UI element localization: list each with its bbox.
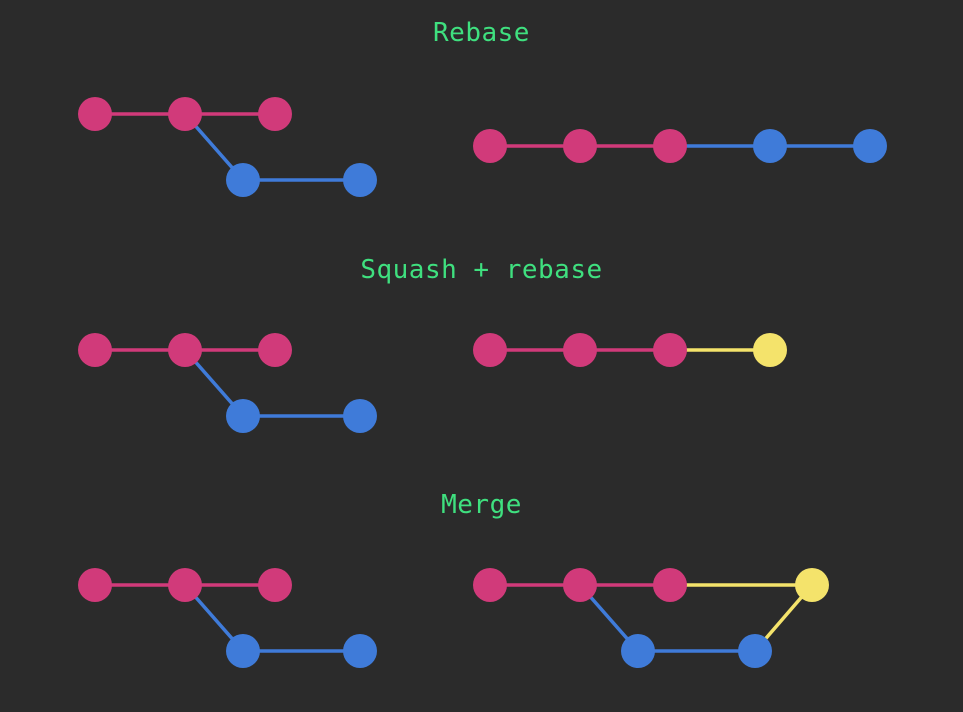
squash-before-node-3 <box>226 399 260 433</box>
git-diagram-canvas <box>0 0 963 712</box>
merge-before-node-3 <box>226 634 260 668</box>
rebase-after-node-4 <box>853 129 887 163</box>
merge-after-node-4 <box>738 634 772 668</box>
squash-after-node-2 <box>653 333 687 367</box>
merge-before-node-0 <box>78 568 112 602</box>
merge-after-node-0 <box>473 568 507 602</box>
merge-before-node-2 <box>258 568 292 602</box>
merge-after-node-2 <box>653 568 687 602</box>
squash-before-node-1 <box>168 333 202 367</box>
rebase-after-node-1 <box>563 129 597 163</box>
rebase-before-node-1 <box>168 97 202 131</box>
merge-before-node-1 <box>168 568 202 602</box>
squash-after-node-1 <box>563 333 597 367</box>
squash-after-node-3 <box>753 333 787 367</box>
rebase-after-node-2 <box>653 129 687 163</box>
rebase-before-node-0 <box>78 97 112 131</box>
merge-before-node-4 <box>343 634 377 668</box>
squash-before-node-0 <box>78 333 112 367</box>
rebase-before-node-4 <box>343 163 377 197</box>
rebase-before-node-3 <box>226 163 260 197</box>
squash-after-node-0 <box>473 333 507 367</box>
merge-after-node-5 <box>795 568 829 602</box>
squash-before-node-2 <box>258 333 292 367</box>
rebase-before-node-2 <box>258 97 292 131</box>
squash-before-node-4 <box>343 399 377 433</box>
rebase-after-node-0 <box>473 129 507 163</box>
rebase-after-node-3 <box>753 129 787 163</box>
merge-after-node-3 <box>621 634 655 668</box>
merge-after-node-1 <box>563 568 597 602</box>
